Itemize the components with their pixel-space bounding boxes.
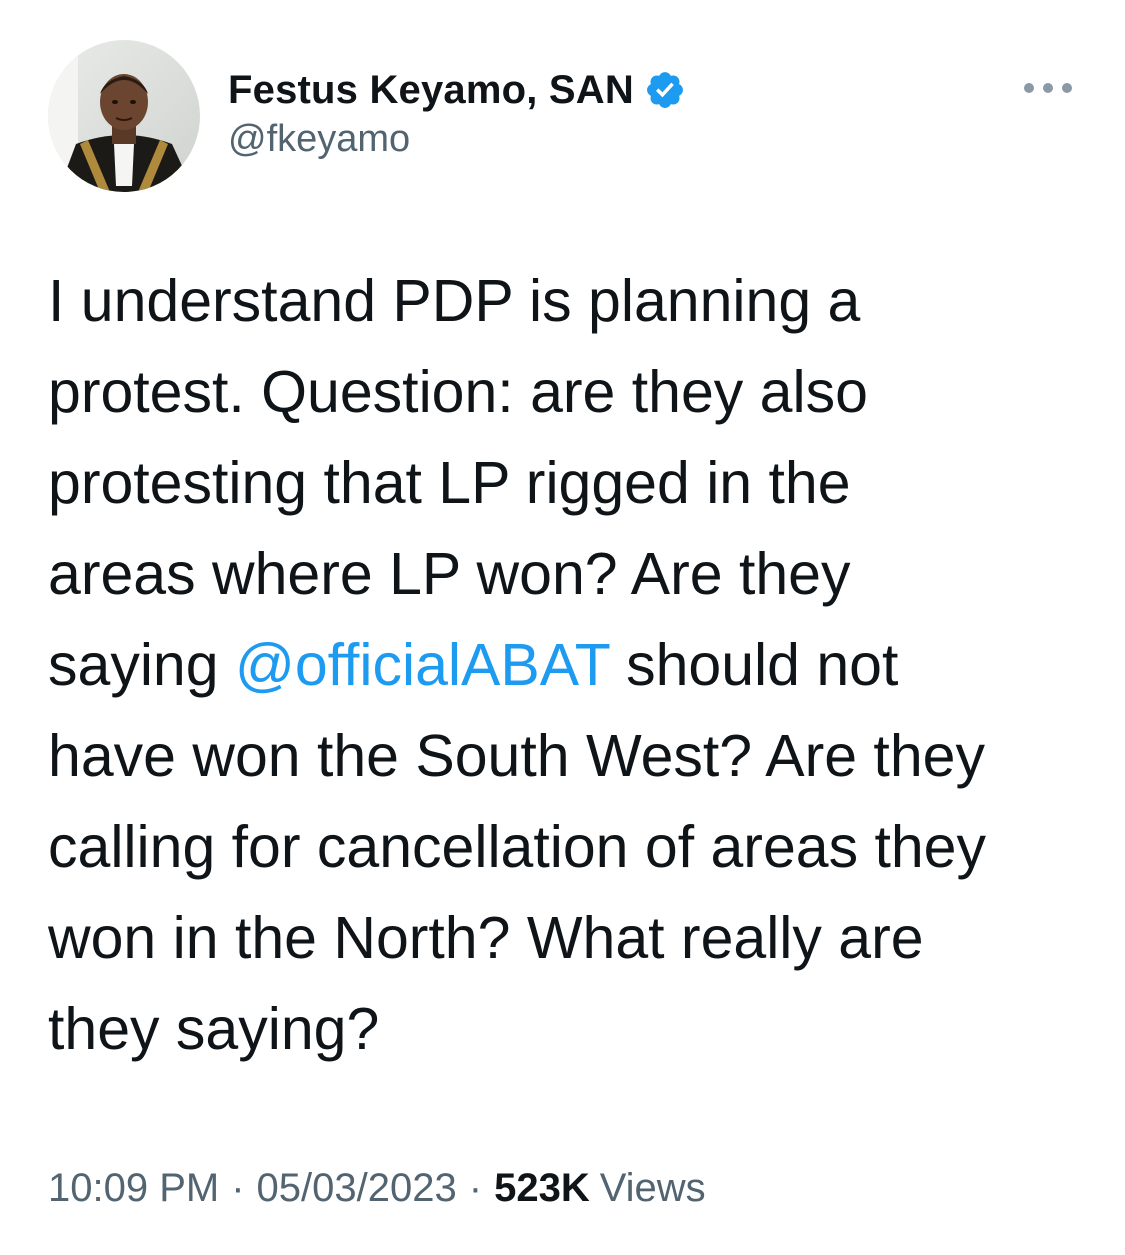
- author-display-name[interactable]: Festus Keyamo, SAN: [228, 68, 634, 113]
- author-name-row: Festus Keyamo, SAN: [228, 64, 686, 116]
- tweet-text-line: won in the North? What really are: [48, 893, 1088, 984]
- tweet-text-line: have won the South West? Are they: [48, 711, 1088, 802]
- more-dot: [1024, 83, 1034, 93]
- tweet-card: Festus Keyamo, SAN @fkeyamo I understand…: [0, 0, 1125, 1255]
- tweet-text-line: they saying?: [48, 984, 1088, 1075]
- tweet-text-line: areas where LP won? Are they: [48, 529, 1088, 620]
- text-segment: calling for cancellation of areas they: [48, 814, 986, 880]
- text-segment: should not: [609, 632, 899, 698]
- tweet-text-line: I understand PDP is planning a: [48, 256, 1088, 347]
- more-dot: [1043, 83, 1053, 93]
- tweet-date[interactable]: 05/03/2023: [257, 1166, 457, 1211]
- tweet-text-line: protesting that LP rigged in the: [48, 438, 1088, 529]
- text-segment: protest. Question: are they also: [48, 359, 868, 425]
- tweet-text-line: protest. Question: are they also: [48, 347, 1088, 438]
- text-segment: areas where LP won? Are they: [48, 541, 851, 607]
- author-handle[interactable]: @fkeyamo: [228, 118, 410, 161]
- meta-separator: ·: [231, 1166, 245, 1210]
- tweet-text-line: saying @officialABAT should not: [48, 620, 1088, 711]
- tweet-text-line: calling for cancellation of areas they: [48, 802, 1088, 893]
- views-count: 523K: [494, 1166, 590, 1210]
- text-segment: won in the North? What really are: [48, 905, 924, 971]
- text-segment: saying: [48, 632, 235, 698]
- more-dot: [1062, 83, 1072, 93]
- text-segment: they saying?: [48, 996, 380, 1062]
- text-segment: have won the South West? Are they: [48, 723, 985, 789]
- avatar[interactable]: [48, 40, 200, 192]
- tweet-text: I understand PDP is planning a protest. …: [48, 256, 1088, 1075]
- tweet-meta: 10:09 PM · 05/03/2023 · 523K Views: [48, 1166, 706, 1211]
- mention-link[interactable]: @officialABAT: [235, 632, 610, 698]
- text-segment: I understand PDP is planning a: [48, 268, 861, 334]
- avatar-photo: [48, 40, 200, 192]
- more-options-icon[interactable]: [1024, 72, 1072, 104]
- text-segment: protesting that LP rigged in the: [48, 450, 851, 516]
- meta-separator: ·: [468, 1166, 483, 1210]
- verified-badge-icon: [647, 72, 683, 108]
- tweet-time[interactable]: 10:09 PM: [48, 1166, 219, 1211]
- views-label: Views: [599, 1166, 706, 1210]
